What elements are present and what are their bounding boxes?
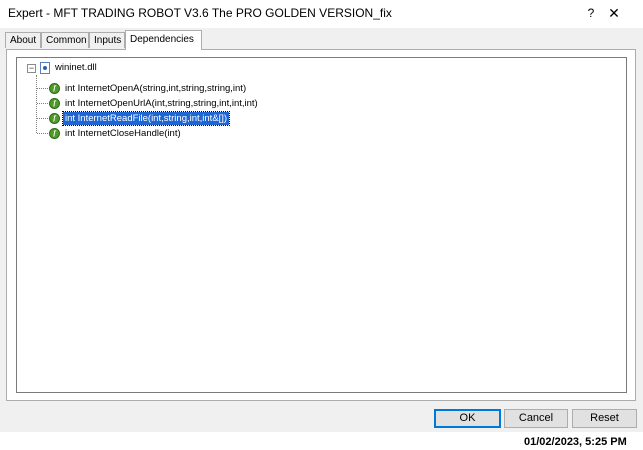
cancel-button[interactable]: Cancel (504, 409, 568, 428)
tab-common[interactable]: Common (41, 32, 89, 48)
tree-item-internetopena[interactable]: int InternetOpenA(string,int,string,stri… (63, 82, 248, 95)
tab-inputs[interactable]: Inputs (89, 32, 125, 48)
tree-connector (37, 103, 48, 104)
tab-about[interactable]: About (5, 32, 41, 48)
help-button[interactable]: ? (580, 3, 602, 23)
tree-item-internetopenurla[interactable]: int InternetOpenUrlA(int,string,string,i… (63, 97, 260, 110)
dll-file-icon (40, 62, 50, 74)
dependencies-tree[interactable]: − wininet.dll f int InternetOpenA(string… (16, 57, 627, 393)
function-icon: f (49, 83, 60, 94)
close-button[interactable]: ✕ (603, 3, 625, 23)
tree-connector (37, 88, 48, 89)
tree-item-internetreadfile[interactable]: int InternetReadFile(int,string,int,int&… (61, 111, 231, 126)
function-icon: f (49, 128, 60, 139)
window-title: Expert - MFT TRADING ROBOT V3.6 The PRO … (8, 6, 392, 20)
function-icon: f (49, 113, 60, 124)
collapse-toggle-icon[interactable]: − (27, 64, 36, 73)
tree-connector (37, 133, 48, 134)
timestamp-caption: 01/02/2023, 5:25 PM (524, 436, 627, 448)
dependencies-panel: − wininet.dll f int InternetOpenA(string… (6, 49, 636, 401)
tree-root-label[interactable]: wininet.dll (53, 61, 99, 74)
expert-properties-dialog: Expert - MFT TRADING ROBOT V3.6 The PRO … (0, 0, 643, 432)
title-bar: Expert - MFT TRADING ROBOT V3.6 The PRO … (0, 0, 643, 28)
tab-dependencies[interactable]: Dependencies (125, 30, 202, 50)
function-icon: f (49, 98, 60, 109)
reset-button[interactable]: Reset (572, 409, 637, 428)
ok-button[interactable]: OK (434, 409, 501, 428)
tree-item-internetclosehandle[interactable]: int InternetCloseHandle(int) (63, 127, 183, 140)
tree-connector (37, 118, 48, 119)
tree-connector-vertical (36, 75, 37, 133)
